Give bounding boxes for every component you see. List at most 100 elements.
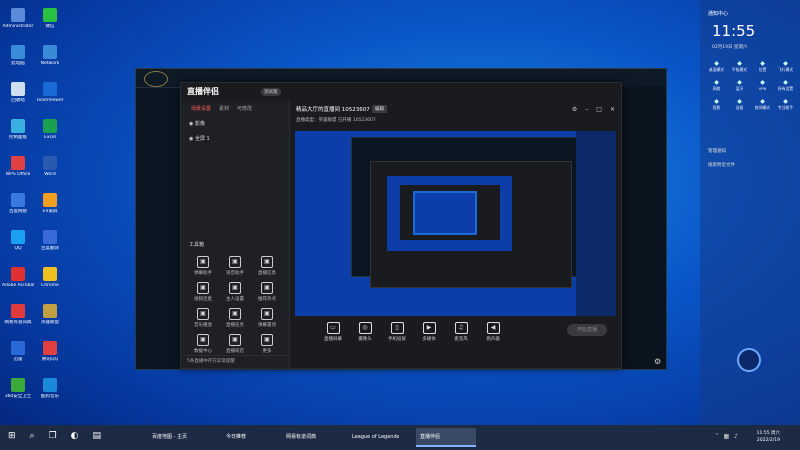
- desktop-icon-label: 回收站: [11, 98, 25, 103]
- gear-icon[interactable]: ⚙: [654, 357, 663, 366]
- source-button[interactable]: ◎ 摄像头: [354, 322, 376, 342]
- desktop-icon[interactable]: Administrator: [2, 8, 34, 29]
- quick-action-icon: ◆: [737, 60, 742, 67]
- tool-item[interactable]: ▣ 直播信息: [251, 256, 283, 276]
- tool-item[interactable]: ▣ 推荐热点: [251, 282, 283, 302]
- minimize-icon[interactable]: –: [585, 106, 588, 113]
- task-view-icon[interactable]: ❐: [49, 431, 57, 441]
- desktop-icon[interactable]: WPS Office: [2, 156, 34, 177]
- source-button[interactable]: ▭ 直播屏幕: [322, 322, 344, 342]
- quick-action-tile[interactable]: ◆ 夜间模式: [751, 98, 774, 111]
- maximize-icon[interactable]: □: [596, 106, 602, 113]
- tool-item[interactable]: ▣ 更多: [251, 334, 283, 354]
- quick-action-tile[interactable]: ◆ 连接: [728, 98, 751, 111]
- quick-action-label: 投影: [712, 105, 721, 110]
- volume-icon[interactable]: ♪: [734, 433, 738, 440]
- desktop-icon[interactable]: 360安全卫士: [2, 378, 34, 399]
- source-icon: ♫: [454, 322, 468, 334]
- desktop-icon[interactable]: QQ: [2, 230, 34, 251]
- desktop-icon[interactable]: 控制面板: [2, 119, 34, 140]
- app-icon: [11, 45, 25, 59]
- tool-item[interactable]: ▣ 视频连麦: [187, 282, 219, 302]
- tool-item[interactable]: ▣ 直播任务: [219, 308, 251, 328]
- manage-notifications-link[interactable]: 管理通知: [708, 148, 726, 154]
- league-logo-icon: [144, 71, 168, 87]
- desktop-icon[interactable]: Word: [34, 156, 66, 177]
- chevron-up-icon[interactable]: ˄: [715, 433, 718, 440]
- desktop-icon[interactable]: 百度网盘: [2, 193, 34, 214]
- desktop-icon[interactable]: Excel: [34, 119, 66, 140]
- desktop-icon[interactable]: 酷狗音乐: [34, 378, 66, 399]
- desktop-icon[interactable]: 回收站: [2, 82, 34, 103]
- desktop-icon[interactable]: TeamViewer: [34, 82, 66, 103]
- tool-item[interactable]: ▣ 主人设置: [219, 282, 251, 302]
- tool-item[interactable]: ▣ 数据中心: [187, 334, 219, 354]
- taskbar-app[interactable]: 网易有道词典: [282, 428, 344, 447]
- source-button[interactable]: ▯ 手机投屏: [386, 322, 408, 342]
- quick-action-tile[interactable]: ◆ VPN: [751, 79, 774, 92]
- tool-item[interactable]: ▣ 语音助手: [219, 256, 251, 276]
- desktop-icon[interactable]: 百度翻译: [34, 230, 66, 251]
- live-assistant-window[interactable]: 直播伴侣 测试版 场景设置 素材 可修改 ◉ 影像 ◉ 全屏 1 工具箱 ▣ 弹幕…: [180, 82, 622, 369]
- tool-label: 音乐播放: [194, 323, 212, 328]
- room-edit-button[interactable]: 编辑: [372, 105, 387, 113]
- taskbar-app[interactable]: League of Legends: [348, 428, 414, 447]
- quick-action-tile[interactable]: ◆ 位置: [751, 60, 774, 73]
- source-button[interactable]: ♫ 麦克风: [450, 322, 472, 342]
- taskbar-app[interactable]: 今日推荐: [222, 428, 278, 447]
- app-icon: [11, 341, 25, 355]
- desktop-icon[interactable]: 英雄联盟: [34, 304, 66, 325]
- tool-item[interactable]: ▣ 直播商店: [219, 334, 251, 354]
- tool-item[interactable]: ▣ 弹幕助手: [187, 256, 219, 276]
- taskbar-date: 2022/2/19: [756, 438, 780, 443]
- taskbar-app[interactable]: 直播伴侣: [416, 428, 476, 447]
- taskbar-clock[interactable]: 11:55 周六 2022/2/19: [757, 430, 780, 444]
- start-icon[interactable]: ⊞: [8, 431, 16, 441]
- quick-action-tile[interactable]: ◆ 蓝牙: [728, 79, 751, 92]
- source-button[interactable]: ▶ 多媒体: [418, 322, 440, 342]
- quick-action-label: 网络: [712, 86, 721, 91]
- search-icon[interactable]: ⌕: [30, 431, 35, 441]
- desktop-icon[interactable]: EV录屏: [34, 193, 66, 214]
- tool-item[interactable]: ▣ 弹幕置顶: [251, 308, 283, 328]
- quick-action-tile[interactable]: ◆ 桌面模式: [705, 60, 728, 73]
- scene-item[interactable]: ◉ 影像: [181, 116, 289, 131]
- quick-action-tile[interactable]: ◆ 专注助手: [774, 98, 797, 111]
- app-icon: [11, 8, 25, 22]
- taskbar-time: 11:55 周六: [756, 431, 780, 436]
- tab-scene-settings[interactable]: 场景设置: [191, 105, 211, 112]
- floating-ball-icon[interactable]: [737, 348, 761, 372]
- desktop-icon[interactable]: 微信: [34, 8, 66, 29]
- edge-icon[interactable]: ◐: [71, 431, 79, 441]
- search-files-link[interactable]: 搜索附近文件: [708, 162, 735, 168]
- desktop-icon[interactable]: Network: [34, 45, 66, 66]
- quick-action-tile[interactable]: ◆ 飞行模式: [774, 60, 797, 73]
- app-icon: [43, 341, 57, 355]
- sidebar-footer[interactable]: 5条直播中存在异常提醒: [181, 355, 289, 368]
- league-friends-panel: [620, 87, 666, 369]
- desktop-icon[interactable]: Chrome: [34, 267, 66, 288]
- desktop-icon[interactable]: 此电脑: [2, 45, 34, 66]
- network-icon[interactable]: ▦: [723, 433, 729, 440]
- explorer-icon[interactable]: ▤: [93, 431, 102, 441]
- close-icon[interactable]: ✕: [610, 106, 615, 113]
- tool-icon: ▣: [261, 256, 273, 268]
- tab-editable[interactable]: 可修改: [237, 105, 252, 112]
- desktop-icon[interactable]: 迅雷: [2, 341, 34, 362]
- desktop-icon[interactable]: 腾讯QQ: [34, 341, 66, 362]
- source-icon: ▭: [326, 322, 340, 334]
- start-live-button[interactable]: 开始直播: [567, 324, 607, 336]
- settings-icon[interactable]: ⚙: [572, 106, 577, 113]
- tool-item[interactable]: ▣ 音乐播放: [187, 308, 219, 328]
- quick-action-tile[interactable]: ◆ 平板模式: [728, 60, 751, 73]
- scene-item[interactable]: ◉ 全屏 1: [181, 131, 289, 146]
- quick-action-tile[interactable]: ◆ 投影: [705, 98, 728, 111]
- desktop-icon[interactable]: Adobe Acrobat DC: [2, 267, 34, 288]
- quick-action-label: 所有设置: [777, 86, 794, 91]
- desktop-icon[interactable]: 网易有道词典: [2, 304, 34, 325]
- quick-action-tile[interactable]: ◆ 网络: [705, 79, 728, 92]
- tab-material[interactable]: 素材: [219, 105, 229, 112]
- quick-action-tile[interactable]: ◆ 所有设置: [774, 79, 797, 92]
- source-button[interactable]: ◀ 扬声器: [482, 322, 504, 342]
- taskbar-app[interactable]: 百度地图 - 主页: [148, 428, 218, 447]
